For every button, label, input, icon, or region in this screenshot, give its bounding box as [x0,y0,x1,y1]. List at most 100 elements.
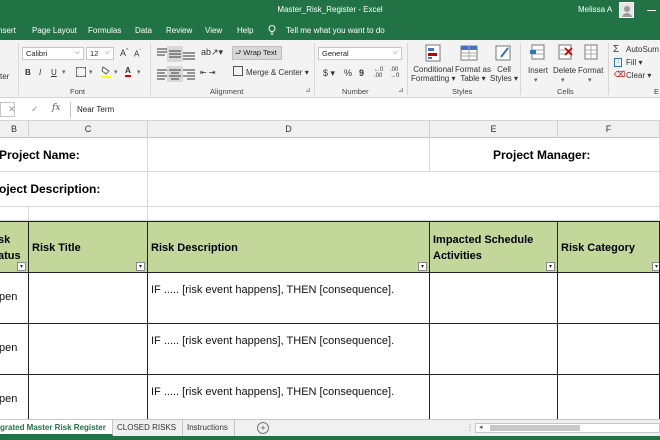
impacted-activities-cell[interactable] [430,375,558,419]
cell-styles-icon[interactable] [493,43,513,63]
risk-category-cell[interactable] [558,375,660,419]
insert-cells-icon[interactable] [529,43,547,61]
project-description-cell[interactable]: oject Description: [0,172,148,207]
fill-button[interactable]: Fill ▾ [626,58,642,67]
scroll-left-icon[interactable]: ◂ [479,423,483,431]
conditional-formatting-icon[interactable] [423,43,443,63]
project-manager-cell[interactable]: Project Manager: [430,138,660,172]
risk-title-header[interactable]: Risk Title ▾ [29,221,148,273]
comma-button[interactable]: 9 [359,68,364,78]
sheet-tab-closed-risks[interactable]: CLOSED RISKS [111,420,184,436]
minimize-icon[interactable] [647,10,656,11]
spacer-cell[interactable] [0,207,29,221]
chevron-down-icon[interactable]: ▾ [114,68,118,76]
sigma-icon[interactable]: Σ [613,44,619,55]
indent-icon[interactable]: ⇤ ⇥ [200,68,216,77]
align-bottom-icon[interactable] [181,46,197,62]
filter-dropdown-icon[interactable]: ▾ [418,262,427,271]
chevron-down-icon[interactable]: ▾ [89,68,93,76]
tab-data[interactable]: Data [135,26,152,35]
risk-category-cell[interactable] [558,273,660,324]
delete-cells-icon[interactable] [556,43,574,61]
merge-center-button[interactable]: Merge & Center ▾ [246,68,309,77]
column-header-e[interactable]: E [430,121,558,138]
spacer-cell[interactable] [29,207,148,221]
risk-status-cell[interactable]: pen [0,375,29,419]
tab-formulas[interactable]: Formulas [88,26,121,35]
tab-view[interactable]: View [205,26,222,35]
borders-icon[interactable] [76,67,86,77]
risk-description-cell[interactable]: IF ..... [risk event happens], THEN [con… [148,375,430,419]
fill-icon[interactable]: ↓ [614,58,622,67]
sheet-tab-master-risk-register[interactable]: grated Master Risk Register [0,420,113,436]
avatar[interactable] [619,2,634,18]
risk-description-header[interactable]: Risk Description ▾ [148,221,430,273]
number-format-select[interactable]: General ⌵ [318,47,402,60]
percent-button[interactable]: % [344,68,352,78]
align-right-icon[interactable] [181,66,197,82]
orientation-icon[interactable]: ab↗▾ [201,47,223,58]
project-name-cell[interactable]: Project Name: [0,138,148,172]
risk-description-cell[interactable]: IF ..... [risk event happens], THEN [con… [148,324,430,375]
chevron-down-icon[interactable]: ▾ [137,68,141,76]
tab-page-layout[interactable]: Page Layout [32,26,77,35]
project-name-value-cell[interactable] [148,138,430,172]
alignment-launcher-icon[interactable]: ⊿ [305,86,311,94]
chevron-down-icon[interactable]: ▾ [534,76,538,84]
format-button[interactable]: Format [578,66,603,75]
enter-icon[interactable]: ✓ [31,104,39,115]
insert-button[interactable]: Insert [528,66,548,75]
horizontal-scrollbar[interactable]: ◂ [475,423,660,433]
column-header-c[interactable]: C [29,121,148,138]
filter-dropdown-icon[interactable]: ▾ [652,262,659,271]
tell-me-search[interactable]: Tell me what you want to do [286,26,385,35]
shrink-font-button[interactable]: Aˇ [134,49,141,59]
impacted-activities-cell[interactable] [430,324,558,375]
number-launcher-icon[interactable]: ⊿ [398,86,404,94]
formula-input[interactable]: Near Term [70,102,660,118]
risk-title-cell[interactable] [29,273,148,324]
font-name-select[interactable]: Calibri ⌵ [22,47,84,60]
spacer-cell[interactable] [148,207,660,221]
risk-description-cell[interactable]: IF ..... [risk event happens], THEN [con… [148,273,430,324]
wrap-text-button[interactable]: ⮐ Wrap Text [232,46,282,60]
clear-button[interactable]: Clear ▾ [626,71,651,80]
sheet-tab-instructions[interactable]: Instructions [181,420,235,436]
tab-split-handle[interactable]: ⋮ [466,423,474,432]
add-sheet-icon[interactable]: + [257,422,269,434]
underline-button[interactable]: U [51,68,57,77]
decrease-decimal-icon[interactable]: .00 →0 [390,67,399,79]
grow-font-button[interactable]: A^ [120,48,128,58]
bold-button[interactable]: B [25,68,31,77]
tab-insert[interactable]: nsert [0,26,16,35]
risk-status-cell[interactable]: pen [0,273,29,324]
chevron-down-icon[interactable]: ▾ [588,76,592,84]
impacted-activities-header[interactable]: Impacted Schedule Activities ▾ [430,221,558,273]
filter-dropdown-icon[interactable]: ▾ [546,262,555,271]
project-description-value-cell[interactable] [148,172,660,207]
delete-button[interactable]: Delete [553,66,576,75]
chevron-down-icon[interactable]: ▾ [561,76,565,84]
column-header-d[interactable]: D [148,121,430,138]
format-as-table-button[interactable]: Format as Table ▾ [455,65,491,83]
font-size-select[interactable]: 12 ⌵ [86,47,114,60]
autosum-button[interactable]: AutoSum [626,45,659,54]
risk-title-cell[interactable] [29,324,148,375]
function-icon[interactable]: fx [52,103,60,113]
user-name[interactable]: Melissa A [578,5,612,14]
tab-review[interactable]: Review [166,26,192,35]
risk-category-cell[interactable] [558,324,660,375]
scrollbar-thumb[interactable] [490,425,580,431]
risk-category-header[interactable]: Risk Category ▾ [558,221,660,273]
format-as-table-icon[interactable] [459,43,479,63]
risk-status-cell[interactable]: pen [0,324,29,375]
column-header-b[interactable]: B [0,121,29,138]
impacted-activities-cell[interactable] [430,273,558,324]
tab-help[interactable]: Help [237,26,253,35]
filter-dropdown-icon[interactable]: ▾ [17,262,26,271]
fill-color-icon[interactable] [101,66,111,78]
font-color-button[interactable]: A [125,66,131,77]
chevron-down-icon[interactable]: ▾ [62,68,66,76]
merge-icon[interactable] [233,66,243,76]
italic-button[interactable]: I [39,68,41,77]
